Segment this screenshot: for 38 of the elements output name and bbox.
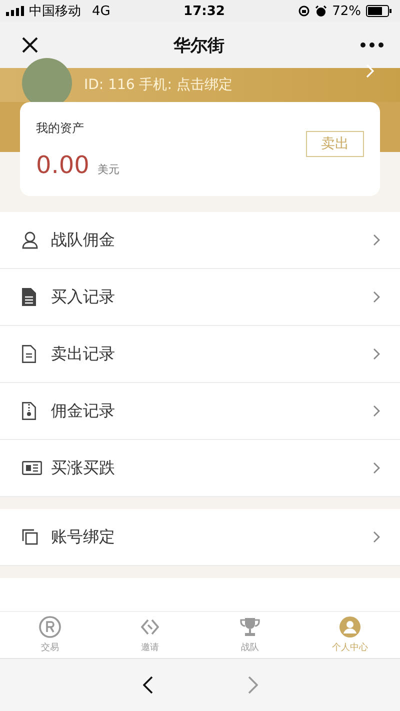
menu-item[interactable]: 战队佣金 <box>0 212 400 269</box>
newspaper-icon <box>22 461 42 475</box>
menu-item[interactable]: 买涨买跌 <box>0 440 400 497</box>
chevron-right-icon <box>373 234 380 246</box>
menu-item[interactable]: 佣金记录 <box>0 383 400 440</box>
more-icon[interactable] <box>360 42 384 48</box>
back-icon[interactable] <box>142 676 152 694</box>
registered-icon <box>39 616 61 638</box>
chevron-right-icon <box>373 405 380 417</box>
assets-label: 我的资产 <box>36 120 85 136</box>
zip-file-icon <box>22 402 36 420</box>
alarm-icon <box>315 5 328 17</box>
user-id-phone: ID: 116 手机: 点击绑定 <box>84 76 234 94</box>
clock-time: 17:32 <box>182 4 226 18</box>
menu-item[interactable]: 买入记录 <box>0 269 400 326</box>
chevron-right-icon <box>373 348 380 360</box>
assets-amount: 0.00 <box>36 150 90 178</box>
copy-icon <box>22 529 38 545</box>
trophy-icon <box>239 616 261 638</box>
chevron-right-icon <box>373 462 380 474</box>
rotation-lock-icon <box>298 5 310 17</box>
carrier-name: 中国移动 <box>29 3 81 20</box>
close-icon[interactable] <box>22 37 38 53</box>
chevron-right-icon <box>373 291 380 303</box>
battery-percent: 72% <box>332 4 361 18</box>
person-icon <box>22 231 38 249</box>
forward-icon[interactable] <box>248 676 258 694</box>
user-icon <box>339 616 361 638</box>
currency-unit: 美元 <box>97 162 120 176</box>
signal-icon <box>6 6 24 16</box>
document-icon <box>22 345 36 363</box>
network-type: 4G <box>92 4 110 18</box>
menu-item[interactable]: 卖出记录 <box>0 326 400 383</box>
document-icon <box>22 288 36 306</box>
chevron-right-icon <box>373 531 380 543</box>
page-title: 华尔街 <box>174 34 224 56</box>
menu-item[interactable]: 账号绑定 <box>0 509 400 566</box>
battery-icon <box>366 5 392 17</box>
